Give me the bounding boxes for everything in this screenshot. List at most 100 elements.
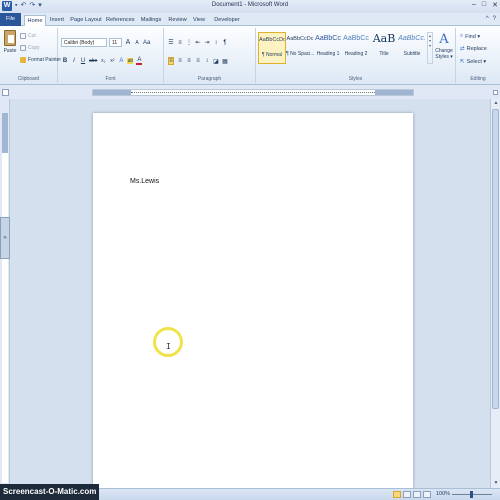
scissors-icon [20, 33, 26, 39]
align-center-icon[interactable]: ≡ [177, 58, 183, 64]
style-title[interactable]: AaB Title [370, 32, 398, 64]
find-icon: ⌕ [460, 33, 464, 39]
change-styles-icon: A [439, 32, 449, 47]
superscript-button[interactable]: x² [109, 58, 115, 64]
align-left-icon[interactable]: ≡ [168, 57, 174, 65]
align-right-icon[interactable]: ≡ [186, 58, 192, 64]
find-button[interactable]: ⌕ Find ▾ [460, 33, 480, 40]
copy-icon [20, 45, 26, 51]
justify-icon[interactable]: ≡ [195, 58, 201, 64]
print-layout-icon[interactable] [393, 491, 401, 498]
borders-icon[interactable]: ▦ [222, 58, 228, 65]
replace-icon: ⇄ [460, 46, 465, 52]
view-ruler-toggle[interactable] [493, 90, 498, 95]
style-name: Title [379, 51, 389, 57]
side-panel-handle[interactable]: » [0, 217, 10, 259]
ribbon-right-controls: ^ ? [486, 16, 496, 22]
strikethrough-button[interactable]: abe [89, 58, 97, 64]
copy-button[interactable]: Copy [20, 45, 40, 51]
text-effects-button[interactable]: A [118, 58, 124, 64]
font-size-select[interactable]: 11 [109, 38, 122, 47]
tab-page-layout[interactable]: Page Layout [70, 15, 102, 26]
bold-button[interactable]: B [62, 58, 68, 64]
bullets-icon[interactable]: ☰ [168, 39, 174, 46]
paragraph-row-1: ☰ ≡ ⋮ ⇤ ⇥ ↕ ¶ [168, 39, 228, 47]
select-label: Select ▾ [466, 59, 487, 65]
find-label: Find ▾ [465, 33, 481, 40]
editing-group: ⌕ Find ▾ ⇄ Replace ⇱ Select ▾ Editing [456, 28, 500, 83]
select-button[interactable]: ⇱ Select ▾ [460, 59, 486, 65]
web-layout-icon[interactable] [413, 491, 421, 498]
style-name: Heading 2 [344, 51, 368, 57]
ribbon: Paste Cut Copy Format Painter Clipboard … [0, 26, 500, 85]
sort-icon[interactable]: ↕ [213, 40, 219, 46]
numbering-icon[interactable]: ≡ [177, 40, 183, 46]
tab-view[interactable]: View [191, 15, 207, 26]
font-name-select[interactable]: Calibri (Body) [61, 38, 107, 47]
style-heading-2[interactable]: AaBbCc Heading 2 [342, 32, 370, 64]
shrink-font-icon[interactable]: A [134, 40, 140, 46]
decrease-indent-icon[interactable]: ⇤ [195, 39, 201, 46]
paragraph-row-2: ≡ ≡ ≡ ≡ ↕ ◪ ▦ [168, 57, 228, 65]
vertical-ruler-body [2, 153, 8, 483]
line-spacing-icon[interactable]: ↕ [204, 58, 210, 64]
style-sample: AaBbCc. [398, 35, 426, 42]
scroll-down-icon[interactable]: ▼ [491, 479, 500, 488]
tab-insert[interactable]: Insert [48, 15, 66, 26]
horizontal-ruler[interactable] [92, 89, 414, 96]
zoom-level[interactable]: 100% [436, 491, 450, 497]
tab-selector[interactable] [2, 89, 9, 96]
scroll-thumb[interactable] [492, 109, 499, 409]
tab-home[interactable]: Home [24, 15, 46, 26]
vertical-ruler[interactable] [0, 99, 10, 488]
style-subtitle[interactable]: AaBbCc. Subtitle [398, 32, 426, 64]
ruler-bar [0, 85, 500, 99]
cut-button[interactable]: Cut [20, 33, 36, 39]
minimize-ribbon-icon[interactable]: ^ [486, 16, 489, 22]
italic-button[interactable]: I [71, 58, 77, 64]
tab-references[interactable]: References [106, 15, 135, 26]
clipboard-icon [4, 30, 16, 46]
format-painter-label: Format Painter [28, 57, 62, 63]
window-controls: – □ ✕ [472, 1, 498, 9]
zoom-slider-knob[interactable] [470, 491, 473, 498]
underline-button[interactable]: U [80, 58, 86, 64]
show-formatting-icon[interactable]: ¶ [222, 40, 228, 46]
close-button[interactable]: ✕ [492, 1, 498, 9]
grow-font-icon[interactable]: A [125, 39, 131, 46]
replace-button[interactable]: ⇄ Replace [460, 46, 487, 52]
shading-icon[interactable]: ◪ [213, 58, 219, 65]
format-painter-button[interactable]: Format Painter [20, 57, 61, 63]
outline-icon[interactable] [423, 491, 431, 498]
paste-button[interactable]: Paste [3, 30, 17, 68]
style-sample: AaBbCc [315, 35, 341, 42]
tab-mailings[interactable]: Mailings [138, 15, 164, 26]
vertical-scrollbar[interactable]: ▲ ▼ [490, 99, 500, 488]
tab-file[interactable]: File [0, 13, 21, 26]
increase-indent-icon[interactable]: ⇥ [204, 39, 210, 46]
tab-developer[interactable]: Developer [212, 15, 242, 26]
style-sample: AaBbCcDc [259, 37, 285, 43]
ruler-ticks [131, 92, 375, 94]
style-name: Heading 1 [316, 51, 340, 57]
tab-review[interactable]: Review [167, 15, 188, 26]
paragraph-group: ☰ ≡ ⋮ ⇤ ⇥ ↕ ¶ ≡ ≡ ≡ ≡ ↕ ◪ ▦ Paragraph [164, 28, 256, 83]
styles-scroll[interactable]: ▴ ▾ ▾ [427, 32, 433, 64]
change-case-icon[interactable]: Aa [143, 40, 150, 46]
scroll-up-icon[interactable]: ▲ [491, 99, 500, 108]
full-screen-reading-icon[interactable] [403, 491, 411, 498]
style-normal[interactable]: AaBbCcDc ¶ Normal [258, 32, 286, 64]
ribbon-tabs: File Home Insert Page Layout References … [0, 13, 500, 26]
document-text[interactable]: Ms.Lewis [130, 178, 159, 185]
subscript-button[interactable]: x₂ [100, 58, 106, 64]
maximize-button[interactable]: □ [482, 1, 486, 9]
highlight-button[interactable]: ab [127, 58, 134, 64]
multilevel-list-icon[interactable]: ⋮ [186, 39, 192, 46]
style-heading-1[interactable]: AaBbCc Heading 1 [314, 32, 342, 64]
help-icon[interactable]: ? [493, 16, 496, 22]
minimize-button[interactable]: – [472, 1, 476, 9]
style-no-spacing[interactable]: AaBbCcDc ¶ No Spaci... [286, 32, 315, 64]
font-color-button[interactable]: A [136, 57, 143, 65]
change-styles-button[interactable]: A Change Styles ▾ [434, 32, 454, 60]
document-page[interactable]: Ms.Lewis I [93, 113, 413, 488]
